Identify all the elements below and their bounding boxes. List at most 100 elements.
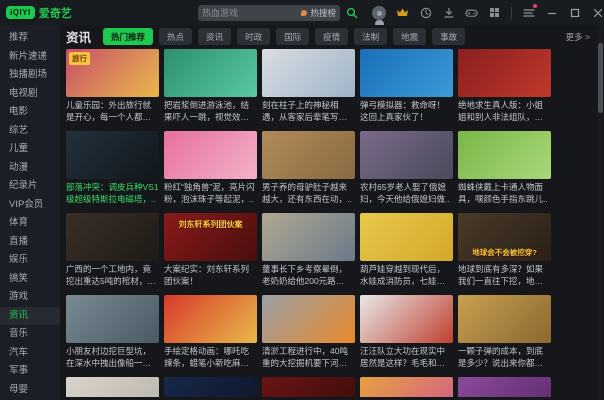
video-card[interactable]: 农村65岁老人娶了俄媳妇，今天他给俄媳妇做.. (360, 131, 453, 205)
tab-4[interactable]: 时政 (237, 28, 271, 45)
video-card[interactable]: 部落冲突：调皮兵种VS1级超级特斯拉电磁塔，.. (66, 131, 159, 205)
more-link[interactable]: 更多 > (566, 31, 590, 43)
maximize-icon[interactable] (568, 6, 581, 19)
sidebar-item-15[interactable]: 游戏 (0, 288, 60, 307)
video-card[interactable]: 粉红“独角兽”泥，亮片闪粉，泡沫珠子等起泥，.. (164, 131, 257, 205)
apps-grid-icon[interactable] (488, 6, 501, 19)
video-card[interactable] (458, 377, 551, 397)
video-card[interactable]: 小朋友村边挖巨型坑，在深水中拽出像船一样的.. (66, 295, 159, 369)
video-title: 部落冲突：调皮兵种VS1级超级特斯拉电磁塔，.. (66, 182, 159, 204)
sidebar-item-11[interactable]: 体育 (0, 214, 60, 233)
sidebar-item-10[interactable]: VIP会员 (0, 196, 60, 215)
video-card[interactable]: 男子养的母驴肚子越来越大，还有东西在动，.. (262, 131, 355, 205)
app-logo[interactable]: iQIYI 爱奇艺 (0, 5, 198, 21)
video-card[interactable]: 手绘定格动画：哪吒吃辣条，蜡笔小新吃麻花，.. (164, 295, 257, 369)
tab-2[interactable]: 热点 (159, 28, 193, 45)
vip-crown-icon[interactable] (396, 6, 409, 19)
download-icon[interactable] (442, 6, 455, 19)
sidebar-item-16[interactable]: 资讯 (0, 306, 60, 325)
video-thumbnail[interactable] (360, 295, 453, 343)
history-clock-icon[interactable] (419, 6, 432, 19)
video-thumbnail[interactable] (262, 49, 355, 97)
video-card[interactable]: 刻在柱子上的神秘相遇，从客家后辈笔写下几大.. (262, 49, 355, 123)
sidebar-item-4[interactable]: 电视剧 (0, 85, 60, 104)
video-card[interactable]: 汪汪队立大功在现实中居然是这样？毛毛和阿奇.. (360, 295, 453, 369)
hot-search-label[interactable]: 热搜榜 (310, 7, 336, 19)
sidebar-item-12[interactable]: 直播 (0, 233, 60, 252)
video-card[interactable]: 把岩浆倒进游泳池，结果吓人一跳，视觉效果太.. (164, 49, 257, 123)
video-thumbnail[interactable] (66, 131, 159, 179)
video-thumbnail[interactable] (66, 377, 159, 397)
sidebar-item-14[interactable]: 搞笑 (0, 270, 60, 289)
video-thumbnail[interactable] (458, 131, 551, 179)
video-card[interactable]: 清淤工程进行中，40吨重的大挖掘机要下河底清.. (262, 295, 355, 369)
video-thumbnail[interactable]: 地球会不会被挖穿? (458, 213, 551, 261)
sidebar-item-8[interactable]: 动漫 (0, 159, 60, 178)
video-thumbnail[interactable] (360, 49, 453, 97)
video-thumbnail[interactable] (458, 377, 551, 397)
sidebar-item-9[interactable]: 纪录片 (0, 177, 60, 196)
tab-5[interactable]: 国际 (276, 28, 310, 45)
video-thumbnail[interactable] (164, 377, 257, 397)
video-title: 儿童乐园：外出旅行就是开心，每一个人都可以.. (66, 100, 152, 122)
video-thumbnail[interactable] (164, 131, 257, 179)
video-thumbnail[interactable] (360, 213, 453, 261)
tab-3[interactable]: 资讯 (198, 28, 232, 45)
video-card[interactable]: 一颗子弹的成本，到底是多少？说出来你都不敢信 (458, 295, 551, 369)
video-thumbnail[interactable] (360, 377, 453, 397)
video-card[interactable]: 旅行儿童乐园：外出旅行就是开心，每一个人都可以.. (66, 49, 159, 123)
video-thumbnail[interactable] (262, 377, 355, 397)
sidebar-item-1[interactable]: 推荐 (0, 29, 60, 48)
video-thumbnail[interactable]: 刘东轩系列团伙案 (164, 213, 257, 261)
sidebar-item-7[interactable]: 儿童 (0, 140, 60, 159)
user-avatar[interactable] (372, 5, 386, 25)
search-input[interactable] (202, 7, 299, 18)
video-card[interactable]: 刘东轩系列团伙案 大案纪实：刘东轩系列团伙案！ (164, 213, 257, 287)
video-card[interactable]: 广西的一个工地内，竟挖出重达5吨的棺材，简.. (66, 213, 159, 287)
video-card[interactable]: 蜘蛛侠戴上卡通人物面具，嘿颜色手指东跳儿.. (458, 131, 551, 205)
tab-8[interactable]: 地震 (393, 28, 427, 45)
tab-9[interactable]: 事故 (432, 28, 466, 45)
video-card[interactable]: 绝地求生真人版：小姐姐和别人非法组队，结果.. (458, 49, 551, 123)
search-box[interactable]: 热搜榜 (198, 4, 340, 21)
video-card[interactable] (360, 377, 453, 397)
tab-6[interactable]: 疫情 (315, 28, 349, 45)
video-thumbnail[interactable] (458, 295, 551, 343)
video-card[interactable] (164, 377, 257, 397)
sidebar-item-6[interactable]: 综艺 (0, 122, 60, 141)
video-card[interactable]: 弹弓模拟器：救命呀！这回上真家伙了！ (360, 49, 453, 123)
video-card[interactable] (66, 377, 159, 397)
video-thumbnail[interactable] (360, 131, 453, 179)
sidebar-item-13[interactable]: 娱乐 (0, 251, 60, 270)
game-icon[interactable] (465, 6, 478, 19)
video-thumbnail[interactable] (262, 213, 355, 261)
sidebar-item-19[interactable]: 军事 (0, 362, 60, 381)
video-thumbnail[interactable] (66, 295, 159, 343)
sidebar-item-5[interactable]: 电影 (0, 103, 60, 122)
video-thumbnail[interactable] (262, 295, 355, 343)
video-card[interactable]: 地球会不会被挖穿? 地球到底有多深？如果我们一直往下挖，地球会.. (458, 213, 551, 287)
sidebar-item-3[interactable]: 独播剧场 (0, 66, 60, 85)
video-card[interactable]: 董事长下乡考察晕倒，老奶奶给他200元路费，.. (262, 213, 355, 287)
close-icon[interactable] (591, 6, 604, 19)
video-thumbnail[interactable] (262, 131, 355, 179)
video-title: 葫芦娃穿越到现代后，水娃成消防员，七娃变最.. (360, 264, 446, 286)
tab-7[interactable]: 法制 (354, 28, 388, 45)
sidebar-item-18[interactable]: 汽车 (0, 344, 60, 363)
video-thumbnail[interactable] (164, 49, 257, 97)
search-button[interactable] (345, 6, 358, 19)
scrollbar-track[interactable] (598, 25, 603, 400)
tab-1[interactable]: 热门推荐 (103, 28, 154, 45)
video-thumbnail[interactable] (458, 49, 551, 97)
video-card[interactable] (262, 377, 355, 397)
menu-icon[interactable] (522, 4, 537, 19)
video-card[interactable]: 葫芦娃穿越到现代后，水娃成消防员，七娃变最.. (360, 213, 453, 287)
minimize-icon[interactable] (545, 6, 558, 19)
sidebar-item-20[interactable]: 母婴 (0, 381, 60, 400)
sidebar-item-2[interactable]: 新片速递 (0, 48, 60, 67)
sidebar-item-17[interactable]: 音乐 (0, 325, 60, 344)
video-thumbnail[interactable] (164, 295, 257, 343)
video-thumbnail[interactable]: 旅行 (66, 49, 159, 97)
video-thumbnail[interactable] (66, 213, 159, 261)
scrollbar-thumb[interactable] (598, 43, 603, 113)
